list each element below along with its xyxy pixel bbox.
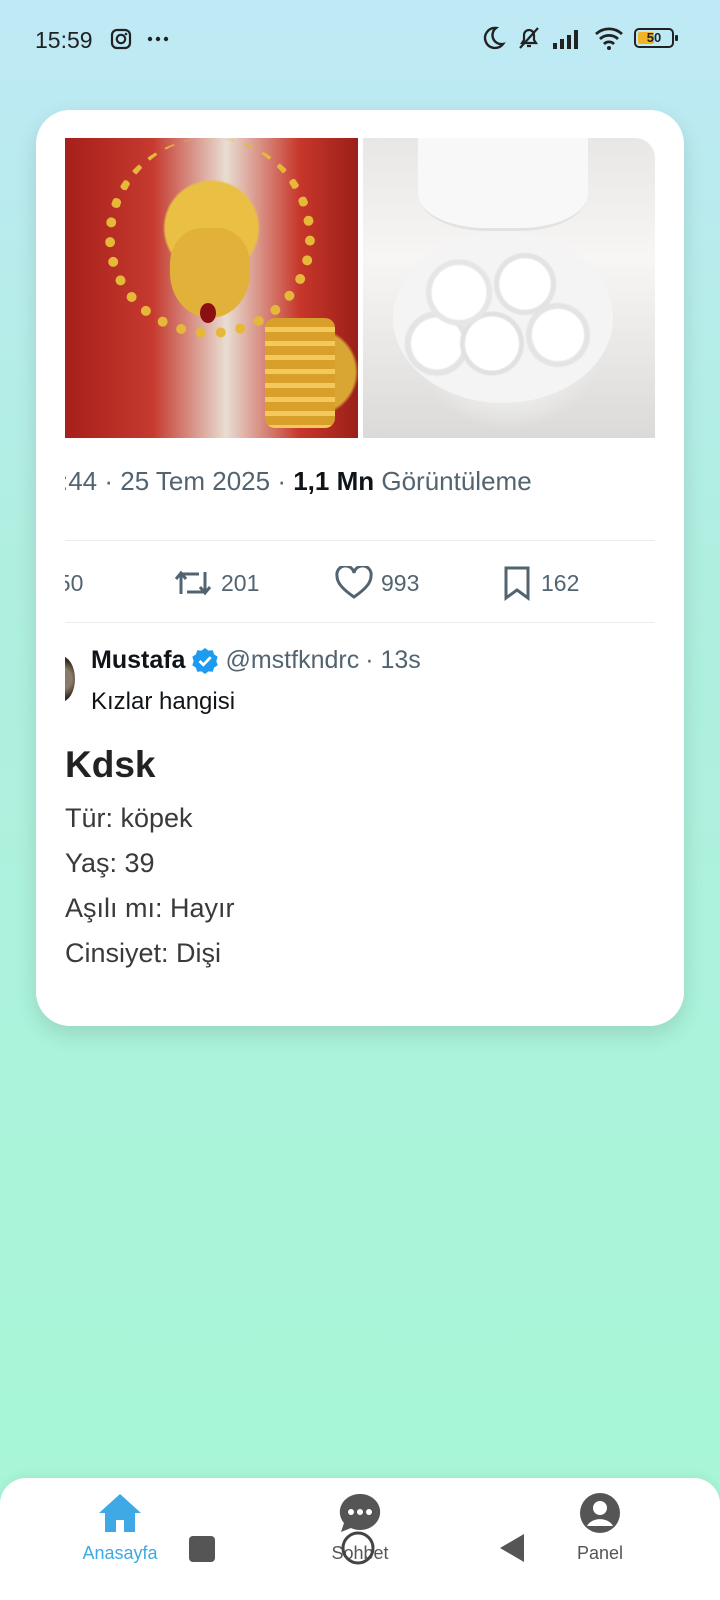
like-stat: 993: [335, 558, 419, 608]
status-time: 15:59: [35, 27, 93, 53]
gold-bangles: [265, 318, 335, 428]
nav-home[interactable]: Anasayfa: [50, 1492, 190, 1564]
tweet-time-date: :44 · 25 Tem 2025 ·: [65, 466, 294, 496]
reply-count: 350: [65, 569, 84, 596]
bell-off-icon: [519, 27, 539, 49]
status-left-icons: [110, 28, 170, 50]
nav-panel-label: Panel: [576, 1543, 624, 1563]
status-right-icons: 50: [480, 25, 678, 51]
ruby-stone: [200, 303, 216, 323]
verified-badge-icon: [192, 647, 219, 674]
pet-vaccinated: Aşılı mı: Hayır: [65, 893, 235, 923]
battery-cap: [675, 35, 678, 41]
home-gesture-button[interactable]: [340, 1530, 376, 1566]
quote-handle: @mstfkndrc: [225, 646, 360, 674]
tweet-media: [65, 138, 655, 438]
home-icon: [99, 1494, 141, 1532]
reply-stat: 350: [65, 558, 83, 608]
wifi-icon: [595, 27, 623, 50]
white-bouquet: [392, 233, 613, 403]
tweet-views-count: 1,1 Mn: [293, 466, 375, 496]
moon-icon: [483, 26, 506, 50]
heart-icon: [335, 566, 373, 599]
retweet-icon: [174, 570, 212, 596]
retweet-stat: 201: [173, 558, 259, 608]
chat-icon: [339, 1493, 381, 1532]
pet-gender: Cinsiyet: Dişi: [65, 938, 222, 968]
nav-panel[interactable]: Panel: [530, 1492, 670, 1564]
pet-type: Tür: köpek: [65, 803, 193, 833]
divider: [65, 540, 655, 541]
status-bar: 15:59 50: [0, 0, 720, 80]
quote-age: · 13s: [365, 646, 421, 674]
back-button[interactable]: [498, 1532, 526, 1564]
signal-icon: [553, 30, 578, 49]
bookmark-icon: [504, 566, 530, 601]
divider: [65, 622, 655, 623]
bookmark-stat: 162: [501, 558, 579, 608]
pet-card[interactable]: :44 · 25 Tem 2025 · 1,1 Mn Görüntüleme 3…: [36, 110, 684, 1026]
pet-age: Yaş: 39: [65, 848, 155, 878]
profile-icon: [580, 1493, 620, 1533]
pet-name: Kdsk: [65, 744, 156, 785]
recent-apps-button[interactable]: [188, 1535, 216, 1563]
quote-avatar: [65, 656, 75, 702]
tweet-meta: :44 · 25 Tem 2025 · 1,1 Mn Görüntüleme: [65, 466, 532, 497]
battery-level: 50: [646, 30, 662, 45]
tweet-screenshot-image: :44 · 25 Tem 2025 · 1,1 Mn Görüntüleme 3…: [65, 138, 655, 732]
white-bouquet-photo: [362, 138, 655, 438]
tweet-views-label: Görüntüleme: [374, 466, 532, 496]
quote-text: Kızlar hangisi: [91, 688, 236, 715]
retweet-count: 201: [221, 569, 260, 596]
battery-icon: 50: [634, 28, 678, 48]
more-dots-icon: [147, 36, 169, 42]
white-dress: [417, 138, 588, 231]
tweet-stats: 350 201 993 162: [65, 558, 655, 608]
quote-header: Mustafa @mstfkndrc · 13s: [91, 646, 421, 675]
bookmark-count: 162: [541, 569, 580, 596]
instagram-icon: [110, 28, 132, 50]
like-count: 993: [381, 569, 420, 596]
nav-home-label: Anasayfa: [82, 1543, 158, 1563]
gold-jewelry-photo: [65, 138, 358, 438]
quote-author-name: Mustafa: [91, 646, 186, 674]
